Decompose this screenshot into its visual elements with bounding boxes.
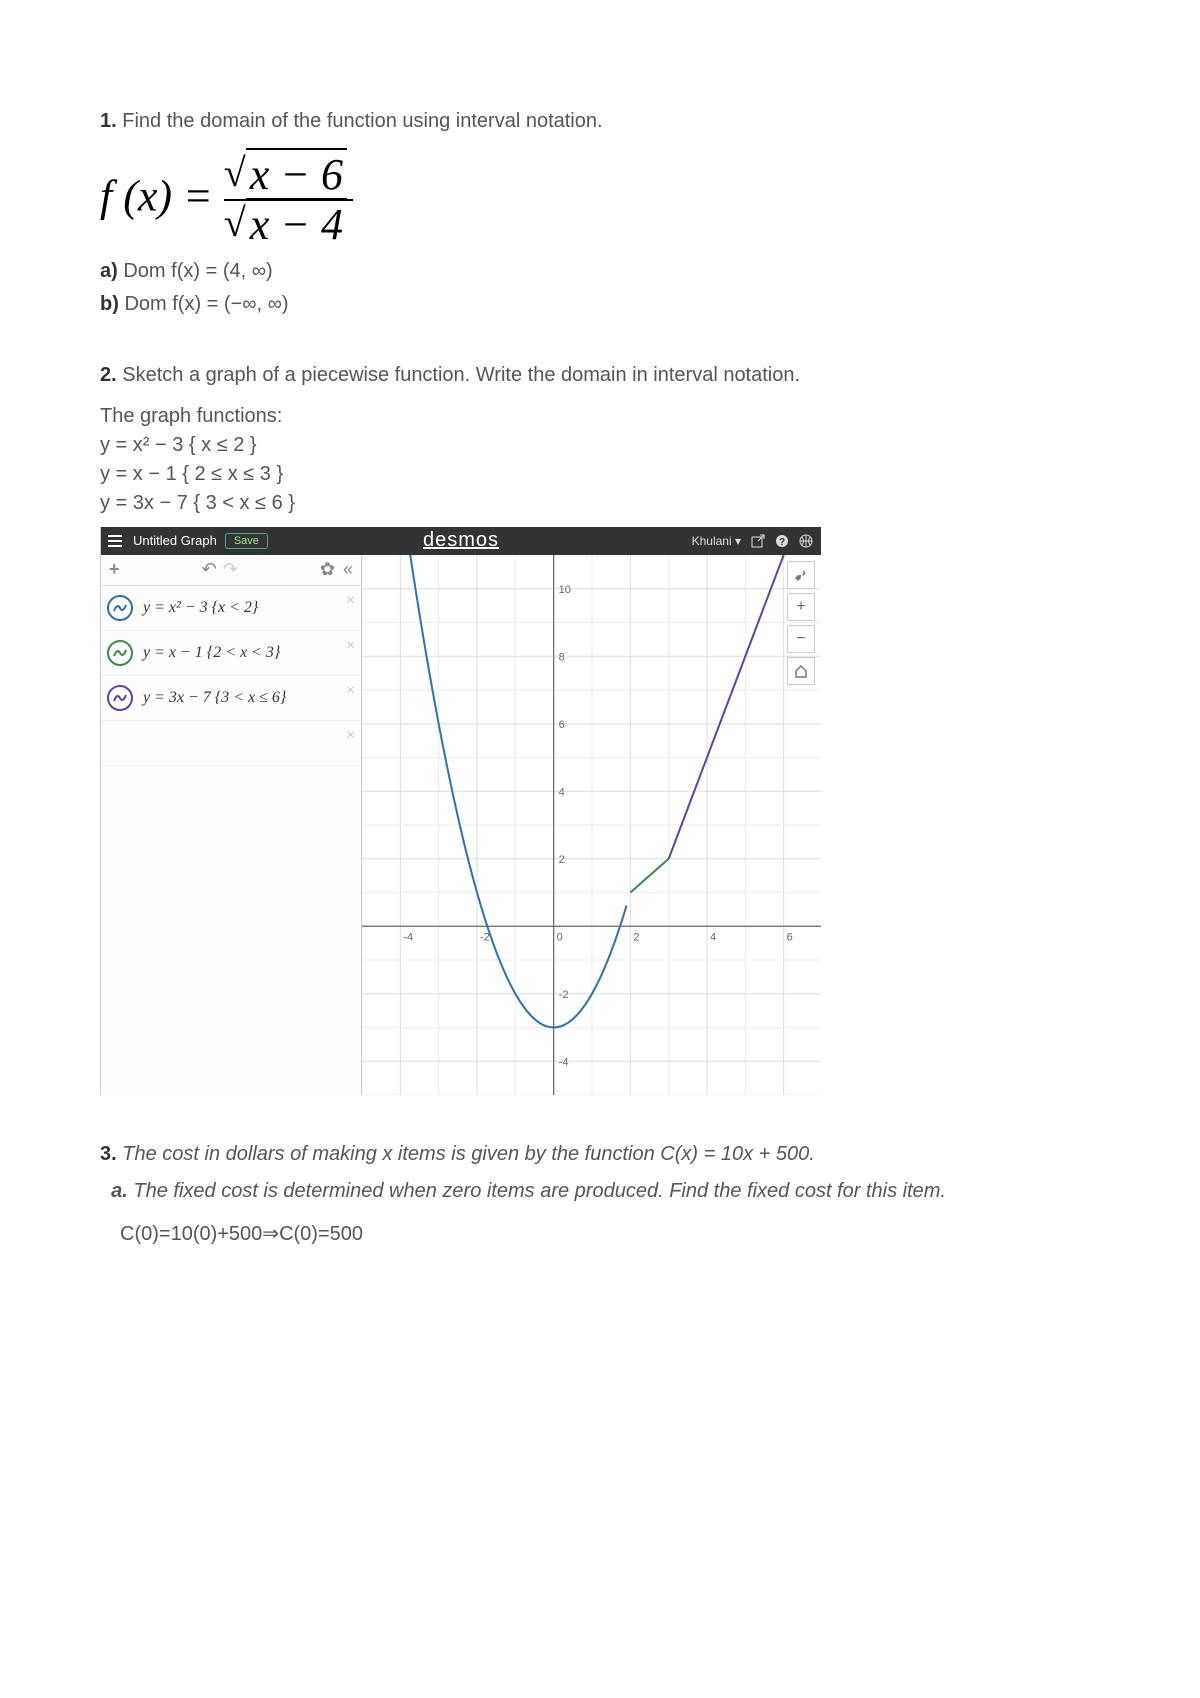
question-2: 2. Sketch a graph of a piecewise functio… bbox=[100, 364, 1100, 1095]
color-toggle-icon[interactable] bbox=[107, 640, 133, 666]
svg-text:6: 6 bbox=[787, 931, 793, 943]
collapse-panel-icon[interactable]: « bbox=[343, 559, 353, 580]
help-icon[interactable]: ? bbox=[775, 534, 789, 548]
close-icon[interactable]: × bbox=[346, 682, 355, 700]
svg-text:4: 4 bbox=[710, 931, 716, 943]
redo-icon[interactable]: ↷ bbox=[223, 559, 238, 580]
plot-area: -4 -2 0 2 4 6 -4 -2 2 4 6 8 10 bbox=[362, 555, 821, 1095]
q3-prompt: 3. The cost in dollars of making x items… bbox=[100, 1143, 1100, 1166]
desmos-logo: desmos bbox=[423, 529, 499, 552]
svg-text:2: 2 bbox=[559, 854, 565, 866]
q1-prompt: 1. Find the domain of the function using… bbox=[100, 110, 1100, 133]
home-icon[interactable] bbox=[787, 657, 815, 685]
q3-sub-a: a. The fixed cost is determined when zer… bbox=[100, 1180, 1100, 1203]
q2-piece-1: y = x² − 3 { x ≤ 2 } bbox=[100, 434, 1100, 457]
question-3: 3. The cost in dollars of making x items… bbox=[100, 1143, 1100, 1246]
color-toggle-icon[interactable] bbox=[107, 685, 133, 711]
expression-row[interactable]: y = x − 1 {2 < x < 3} × bbox=[101, 631, 361, 676]
expression-panel: + ↶ ↷ ✿ « y = x² − 3 {x < 2}×y = x − 1 {… bbox=[101, 555, 362, 1095]
user-menu[interactable]: Khulani ▾ bbox=[692, 534, 741, 548]
settings-icon[interactable]: ✿ bbox=[320, 559, 335, 580]
graph-tools: + − bbox=[787, 561, 815, 685]
svg-text:-2: -2 bbox=[480, 931, 490, 943]
expression-row[interactable]: y = x² − 3 {x < 2} × bbox=[101, 586, 361, 631]
close-icon[interactable]: × bbox=[346, 592, 355, 610]
expression-row[interactable]: y = 3x − 7 {3 < x ≤ 6} × bbox=[101, 676, 361, 721]
close-icon[interactable]: × bbox=[346, 637, 355, 655]
q1-answer-b: b) Dom f(x) = (−∞, ∞) bbox=[100, 293, 1100, 316]
expression-toolbar: + ↶ ↷ ✿ « bbox=[101, 555, 361, 586]
expression-text: y = 3x − 7 {3 < x ≤ 6} bbox=[143, 689, 286, 707]
add-expression-icon[interactable]: + bbox=[109, 559, 120, 580]
svg-text:-2: -2 bbox=[559, 989, 569, 1001]
svg-text:8: 8 bbox=[559, 651, 565, 663]
svg-text:0: 0 bbox=[557, 931, 563, 943]
svg-text:2: 2 bbox=[633, 931, 639, 943]
zoom-out-icon[interactable]: − bbox=[787, 625, 815, 653]
zoom-in-icon[interactable]: + bbox=[787, 593, 815, 621]
language-icon[interactable] bbox=[799, 534, 813, 548]
graph-title[interactable]: Untitled Graph bbox=[133, 533, 217, 548]
color-toggle-icon[interactable] bbox=[107, 595, 133, 621]
svg-text:10: 10 bbox=[559, 584, 571, 596]
hamburger-icon[interactable] bbox=[101, 527, 129, 555]
q3-answer: C(0)=10(0)+500⇒C(0)=500 bbox=[120, 1221, 1100, 1246]
desmos-app: Untitled Graph Save desmos Khulani ▾ ? bbox=[100, 527, 821, 1095]
share-icon[interactable] bbox=[751, 534, 765, 548]
q2-piece-3: y = 3x − 7 { 3 < x ≤ 6 } bbox=[100, 492, 1100, 515]
q2-intro: The graph functions: bbox=[100, 405, 1100, 428]
q1-answer-a: a) Dom f(x) = (4, ∞) bbox=[100, 260, 1100, 283]
wrench-icon[interactable] bbox=[787, 561, 815, 589]
svg-text:-4: -4 bbox=[559, 1056, 569, 1068]
svg-text:4: 4 bbox=[559, 786, 565, 798]
question-1: 1. Find the domain of the function using… bbox=[100, 110, 1100, 316]
svg-text:6: 6 bbox=[559, 719, 565, 731]
save-button[interactable]: Save bbox=[225, 533, 268, 549]
expression-text: y = x − 1 {2 < x < 3} bbox=[143, 644, 280, 662]
graph-canvas[interactable]: -4-20246-4-2246810 » + − bbox=[362, 555, 821, 1095]
undo-icon[interactable]: ↶ bbox=[202, 559, 217, 580]
q1-formula: f (x) = x − 6 x − 4 bbox=[100, 151, 1100, 250]
q2-piece-2: y = x − 1 { 2 ≤ x ≤ 3 } bbox=[100, 463, 1100, 486]
empty-expression-row[interactable] bbox=[101, 766, 361, 796]
desmos-topbar: Untitled Graph Save desmos Khulani ▾ ? bbox=[101, 527, 821, 555]
q2-prompt: 2. Sketch a graph of a piecewise functio… bbox=[100, 364, 1100, 387]
svg-text:-4: -4 bbox=[403, 931, 413, 943]
svg-text:?: ? bbox=[779, 537, 785, 548]
empty-expression-row[interactable]: × bbox=[101, 721, 361, 766]
expression-text: y = x² − 3 {x < 2} bbox=[143, 599, 258, 617]
close-icon[interactable]: × bbox=[346, 727, 355, 745]
